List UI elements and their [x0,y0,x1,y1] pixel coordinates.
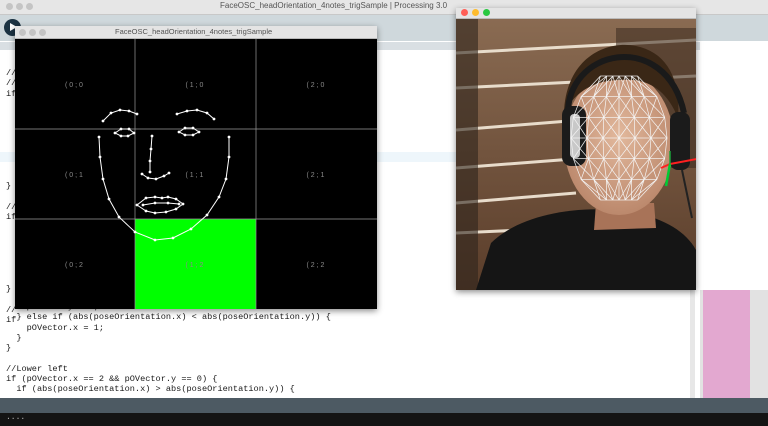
landmark-point [174,207,178,211]
landmark-point [227,155,231,159]
landmark-point [153,211,157,215]
landmark-point [191,133,195,137]
landmark-point [153,238,157,242]
landmark-point [146,176,150,180]
landmark-point [164,210,168,214]
landmark-point [189,227,193,231]
landmark-point [101,119,105,123]
landmark-point [175,112,179,116]
grid-cell-label: ( 0 ; 2 [65,262,83,269]
grid-cell-label: ( 1 ; 2 [186,262,204,269]
landmark-point [171,236,175,240]
landmark-point [166,195,170,199]
landmark-point [162,174,166,178]
sketch-canvas: ( 0 ; 0 ( 1 ; 0 ( 2 ; 0 ( 0 ; 1 ( 1 ; 1 ( 2 ;… [15,39,377,309]
grid-cell-label: ( 2 ; 2 [307,262,325,269]
landmark-point [132,131,136,135]
grid-cell-label: ( 1 ; 0 [186,82,204,89]
camera-minimize-button[interactable] [472,9,479,16]
landmark-point [127,109,131,113]
landmark-point [153,201,157,205]
landmark-point [174,197,178,201]
landmark-point [144,196,148,200]
landmark-point [133,230,137,234]
landmark-point [135,203,139,207]
landmark-point [135,112,139,116]
landmark-point [191,126,195,130]
landmark-point [227,135,231,139]
landmark-point [144,209,148,213]
sketch-window-title: FaceOSC_headOrientation_4notes_trigSampl… [115,27,273,36]
sketch-titlebar: FaceOSC_headOrientation_4notes_trigSampl… [15,26,377,39]
grid-cell-label: ( 1 ; 1 [186,172,204,179]
landmark-point [109,111,113,115]
landmark-point [177,130,181,134]
landmark-point [205,213,209,217]
landmark-point [118,108,122,112]
grid-cell-label: ( 0 ; 0 [65,82,83,89]
landmark-point [97,135,101,139]
camera-zoom-button[interactable] [483,9,490,16]
landmark-point [127,127,131,131]
landmark-point [160,196,164,200]
console-header [0,398,768,413]
landmark-point [181,202,185,206]
landmark-point [140,172,144,176]
grid-cell-label: ( 2 ; 0 [307,82,325,89]
landmark-point [183,126,187,130]
landmark-point [107,197,111,201]
console-output: .... [6,413,26,422]
landmark-point [148,159,152,163]
landmark-point [154,177,158,181]
landmark-point [149,147,153,151]
landmark-point [119,134,123,138]
pink-side-panel [703,290,750,398]
code-text-bottom: pVector.y = 1; } else if (abs(poseOrient… [6,302,331,395]
camera-feed [456,18,696,290]
landmark-point [212,117,216,121]
landmark-point [113,131,117,135]
grid-cell-label: ( 2 ; 1 [307,172,325,179]
camera-titlebar [456,8,696,19]
camera-close-button[interactable] [461,9,468,16]
landmark-point [217,195,221,199]
sketch-minimize-button[interactable] [29,29,36,36]
landmark-point [148,170,152,174]
landmark-point [101,177,105,181]
landmark-point [224,177,228,181]
landmark-point [185,109,189,113]
landmark-point [197,130,201,134]
sketch-zoom-button[interactable] [39,29,46,36]
sketch-close-button[interactable] [19,29,26,36]
landmark-point [141,203,145,207]
landmark-point [98,155,102,159]
ide-minimize-button[interactable] [16,3,23,10]
landmark-point [166,201,170,205]
grid-cell-label: ( 0 ; 1 [65,172,83,179]
landmark-point [177,202,181,206]
console-panel: .... [0,413,768,426]
landmark-point [205,111,209,115]
landmark-point [195,108,199,112]
faceosc-sketch-window[interactable]: FaceOSC_headOrientation_4notes_trigSampl… [15,26,377,309]
landmark-point [117,215,121,219]
ide-zoom-button[interactable] [26,3,33,10]
landmark-point [150,134,154,138]
landmark-point [153,195,157,199]
landmark-point [126,134,130,138]
faceosc-camera-window[interactable] [456,8,696,290]
landmark-point [167,171,171,175]
landmark-point [183,133,187,137]
ide-close-button[interactable] [6,3,13,10]
landmark-point [119,127,123,131]
ide-window-title: FaceOSC_headOrientation_4notes_trigSampl… [220,1,448,10]
